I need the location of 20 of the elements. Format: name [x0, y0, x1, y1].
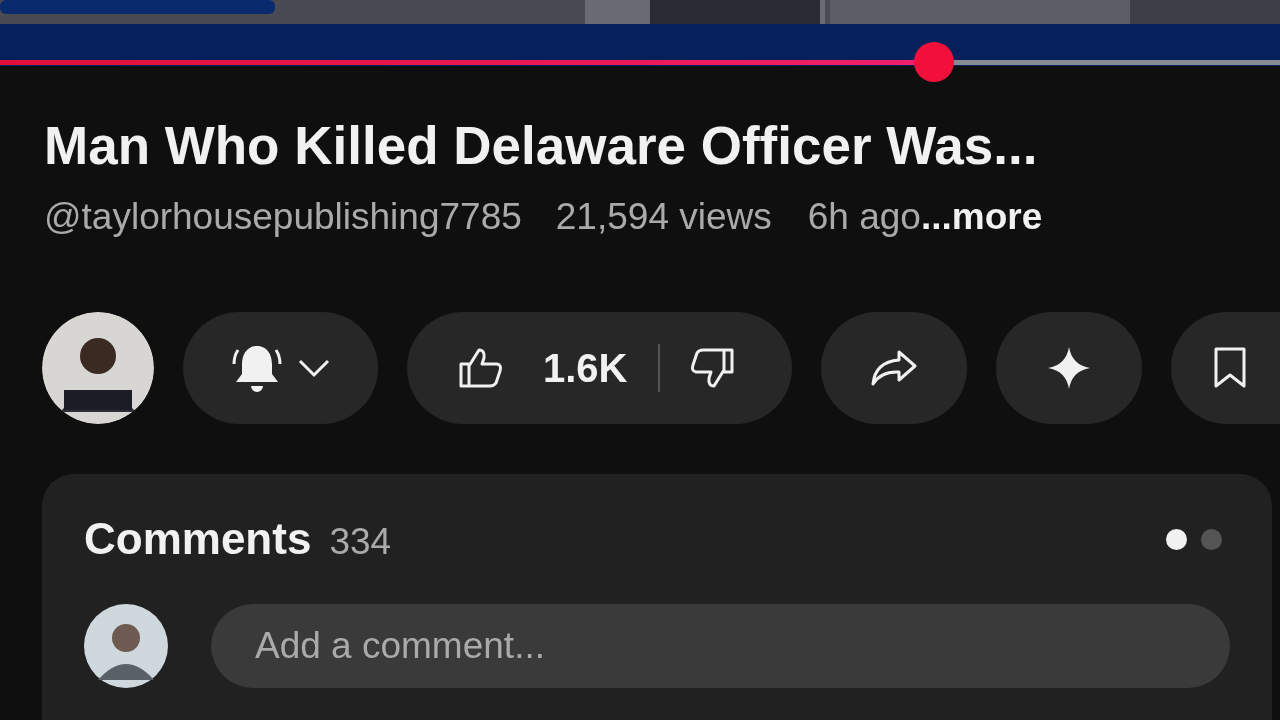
- upload-age: 6h ago: [807, 196, 921, 238]
- thumbs-up-icon: [459, 348, 503, 388]
- view-count: 21,594 views: [555, 196, 772, 238]
- channel-handle[interactable]: @taylorhousepublishing7785: [44, 196, 522, 238]
- like-button[interactable]: 1.6K: [459, 345, 628, 391]
- bookmark-icon: [1213, 347, 1247, 389]
- sparkle-icon: [1048, 347, 1090, 389]
- scrubber-handle[interactable]: [914, 42, 955, 82]
- comments-heading: Comments: [84, 514, 312, 564]
- chevron-down-icon: [297, 358, 330, 378]
- video-title: Man Who Killed Delaware Officer Was...: [44, 115, 1038, 177]
- comment-count: 334: [329, 521, 392, 563]
- thumbs-down-icon: [689, 348, 734, 388]
- more-link[interactable]: ...more: [920, 196, 1043, 238]
- channel-avatar[interactable]: [42, 312, 154, 424]
- share-arrow-icon: [871, 350, 917, 386]
- page-dot[interactable]: [1201, 528, 1222, 550]
- page-dot[interactable]: [1166, 528, 1187, 550]
- comment-input[interactable]: Add a comment...: [211, 604, 1230, 688]
- dislike-button[interactable]: [689, 348, 734, 388]
